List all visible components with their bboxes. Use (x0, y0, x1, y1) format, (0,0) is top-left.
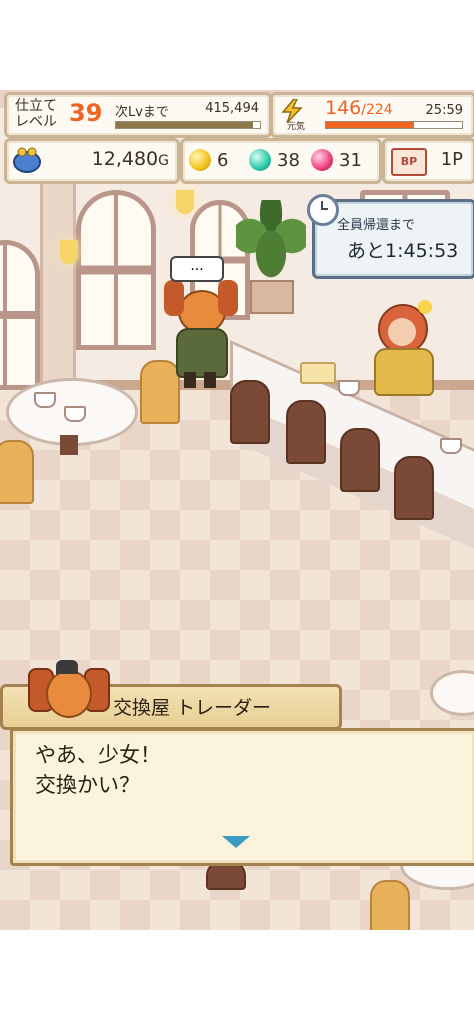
speaker-name: 交換屋 トレーダー (113, 697, 272, 719)
level-panel[interactable]: 仕立て レベル 39 次Lvまで 415,494 (4, 92, 272, 138)
shopkeeper-npc[interactable] (368, 300, 438, 400)
teacup (338, 380, 360, 396)
dialog-line-1: やあ、少女！ (35, 743, 161, 767)
trader-foot (184, 372, 196, 388)
stamina-label: 元気 (287, 122, 306, 132)
bar-stool (286, 400, 326, 464)
teacup (34, 392, 56, 408)
gold-panel[interactable]: 12,480G (4, 138, 180, 184)
gold-unit: G (158, 153, 169, 169)
bar-stool (340, 428, 380, 492)
wall-lamp (60, 240, 78, 264)
window (76, 190, 156, 350)
stamina-max: /224 (361, 102, 393, 118)
bottom-safe-area (0, 930, 474, 1024)
trader-body (176, 328, 228, 378)
pillar (40, 170, 76, 390)
bp-amount: 1P (440, 149, 463, 170)
level-progress-bar (115, 121, 261, 129)
table-leg (60, 435, 78, 455)
shopkeeper-face (388, 318, 416, 346)
pink-gem-count: 31 (339, 150, 362, 171)
wall-lamp (176, 190, 194, 214)
status-bar-area (0, 0, 474, 90)
sandwich-plate (300, 362, 336, 384)
timer-value: あと1:45:53 (347, 240, 459, 262)
timer-label: 全員帰還まで (337, 218, 416, 233)
stamina-current: 146 (325, 97, 362, 119)
chair (0, 440, 34, 504)
dialog-line-2: 交換かい？ (35, 773, 140, 797)
trader-npc[interactable] (160, 280, 240, 390)
yellow-gem-count: 6 (217, 150, 229, 171)
bp-panel[interactable]: BP 1P (382, 138, 474, 184)
chair (370, 880, 410, 930)
gold-amount: 12,480 (91, 148, 159, 170)
level-label-line1: 仕立て (15, 98, 57, 114)
stamina-timer: 25:59 (425, 103, 463, 118)
trader-pack (164, 280, 184, 316)
portrait-hair (56, 660, 78, 674)
window (0, 240, 40, 390)
portrait-face (46, 670, 92, 718)
gems-panel[interactable]: 6 38 31 (180, 138, 382, 184)
level-value: 39 (69, 99, 103, 127)
return-timer-panel[interactable]: 全員帰還まで あと1:45:53 (307, 194, 474, 279)
clock-icon (307, 194, 339, 226)
stamina-progress-fill (326, 122, 415, 128)
level-progress-fill (116, 122, 253, 128)
trader-foot (204, 372, 216, 388)
shopkeeper-body (374, 348, 434, 396)
next-arrow-icon[interactable] (222, 836, 250, 848)
stamina-progress-bar (325, 121, 463, 129)
teal-gem-icon (249, 149, 271, 171)
potted-plant (236, 200, 306, 290)
hair-flower (418, 300, 432, 314)
trader-portrait (24, 660, 110, 724)
round-table (430, 670, 474, 716)
level-label-line2: レベル (15, 114, 57, 130)
stamina-value: 146/224 (325, 97, 393, 121)
next-level-exp: 415,494 (205, 101, 259, 116)
bar-stool (394, 456, 434, 520)
wallet-icon (13, 147, 41, 173)
trader-pack (218, 280, 238, 316)
teacup (440, 438, 462, 454)
teacup (64, 406, 86, 422)
gold-value: 12,480G (92, 147, 169, 173)
bp-icon: BP (391, 148, 427, 176)
stamina-panel[interactable]: 元気 146/224 25:59 (270, 92, 474, 138)
npc-speech-bubble: ... (170, 256, 224, 282)
next-level-label: 次Lvまで (115, 105, 169, 120)
teal-gem-count: 38 (277, 150, 300, 171)
pink-gem-icon (311, 149, 333, 171)
yellow-gem-icon (189, 149, 211, 171)
plant-pot (250, 280, 294, 314)
